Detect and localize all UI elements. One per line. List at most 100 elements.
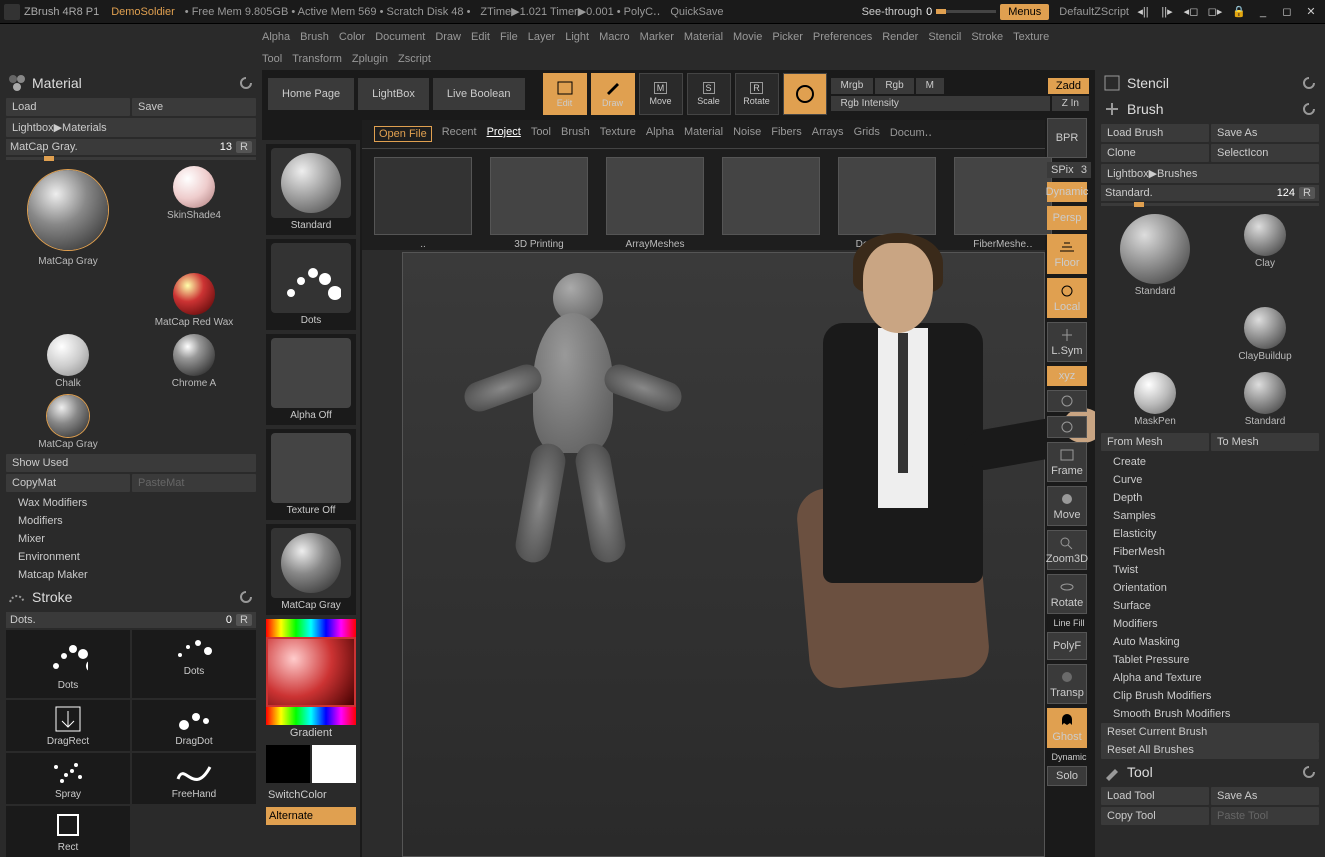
- hue-strip-bottom[interactable]: [266, 707, 356, 725]
- save-tool-button[interactable]: Save As: [1211, 787, 1319, 805]
- dock-left-icon[interactable]: ◂◻: [1183, 4, 1199, 20]
- close-icon[interactable]: ✕: [1303, 4, 1319, 20]
- grid-right-icon[interactable]: ||▸: [1159, 4, 1175, 20]
- see-through-slider[interactable]: See-through 0: [862, 6, 933, 18]
- alternate-button[interactable]: Alternate: [266, 807, 356, 825]
- refresh-icon[interactable]: [1301, 75, 1317, 91]
- brush-section[interactable]: Depth: [1101, 489, 1319, 507]
- select-icon-button[interactable]: SelectIcon: [1211, 144, 1319, 162]
- stencil-panel-header[interactable]: Stencil: [1101, 70, 1319, 96]
- brush-panel-header[interactable]: Brush: [1101, 96, 1319, 122]
- lightbox-materials-button[interactable]: Lightbox▶Materials: [6, 118, 256, 137]
- maximize-icon[interactable]: ◻: [1279, 4, 1295, 20]
- alpha-off-tile[interactable]: Alpha Off: [266, 334, 356, 425]
- menu-light[interactable]: Light: [565, 28, 589, 46]
- lightbox-tab[interactable]: Material: [684, 126, 723, 142]
- solo-button[interactable]: Solo: [1047, 766, 1087, 786]
- refresh-icon[interactable]: [238, 589, 254, 605]
- stroke-item[interactable]: DragDot: [132, 700, 256, 751]
- edit-mode-button[interactable]: Edit: [543, 73, 587, 115]
- lightbox-tab[interactable]: Fibers: [771, 126, 802, 142]
- scale-mode-button[interactable]: SScale: [687, 73, 731, 115]
- material-slider-track[interactable]: [6, 157, 256, 160]
- menu-zplugin[interactable]: Zplugin: [352, 50, 388, 68]
- brush-section[interactable]: Modifiers: [1101, 615, 1319, 633]
- lightbox-tab[interactable]: Arrays: [812, 126, 844, 142]
- save-brush-button[interactable]: Save As: [1211, 124, 1319, 142]
- clone-brush-button[interactable]: Clone: [1101, 144, 1209, 162]
- zadd-button[interactable]: Zadd: [1048, 78, 1089, 94]
- lightbox-button[interactable]: LightBox: [358, 78, 429, 110]
- live-boolean-button[interactable]: Live Boolean: [433, 78, 525, 110]
- brush-item[interactable]: .: [1101, 283, 1209, 366]
- move-mode-button[interactable]: MMove: [639, 73, 683, 115]
- lightbox-tab[interactable]: Alpha: [646, 126, 674, 142]
- brush-section[interactable]: Clip Brush Modifiers: [1101, 687, 1319, 705]
- stroke-panel-header[interactable]: Stroke: [6, 584, 256, 610]
- menu-stroke[interactable]: Stroke: [971, 28, 1003, 46]
- brush-section[interactable]: Create: [1101, 453, 1319, 471]
- move-view-button[interactable]: Move: [1047, 486, 1087, 526]
- viewport-3d[interactable]: [402, 252, 1045, 857]
- menu-tool[interactable]: Tool: [262, 50, 282, 68]
- current-material-slider[interactable]: MatCap Gray. 13 R: [6, 139, 256, 155]
- lightbox-tab[interactable]: Brush: [561, 126, 590, 142]
- copy-mat-button[interactable]: CopyMat: [6, 474, 130, 492]
- rotate-mode-button[interactable]: RRotate: [735, 73, 779, 115]
- load-material-button[interactable]: Load: [6, 98, 130, 116]
- material-item[interactable]: Chrome A: [132, 332, 256, 391]
- menu-render[interactable]: Render: [882, 28, 918, 46]
- brush-section[interactable]: Surface: [1101, 597, 1319, 615]
- material-section[interactable]: Modifiers: [6, 512, 256, 530]
- rgb-intensity-slider[interactable]: Rgb Intensity: [831, 96, 1050, 111]
- folder-item[interactable]: 3D Printing: [490, 157, 588, 250]
- refresh-icon[interactable]: [1301, 764, 1317, 780]
- menu-marker[interactable]: Marker: [640, 28, 674, 46]
- reset-button[interactable]: R: [236, 141, 252, 153]
- brush-section[interactable]: Twist: [1101, 561, 1319, 579]
- secondary-color[interactable]: [266, 745, 310, 783]
- material-item[interactable]: SkinShade4: [132, 164, 256, 269]
- menu-brush[interactable]: Brush: [300, 28, 329, 46]
- material-section[interactable]: Environment: [6, 548, 256, 566]
- menu-file[interactable]: File: [500, 28, 518, 46]
- brush-item[interactable]: Standard: [1211, 368, 1319, 431]
- reset-button[interactable]: R: [1299, 187, 1315, 199]
- reset-button[interactable]: R: [236, 614, 252, 626]
- menu-material[interactable]: Material: [684, 28, 723, 46]
- brush-section[interactable]: Alpha and Texture: [1101, 669, 1319, 687]
- lightbox-tab[interactable]: Grids: [854, 126, 880, 142]
- see-through-track[interactable]: [936, 10, 996, 13]
- lightbox-tab[interactable]: Recent: [442, 126, 477, 142]
- stroke-item[interactable]: Dots: [132, 630, 256, 698]
- reset-all-brushes-button[interactable]: Reset All Brushes: [1101, 741, 1319, 759]
- texture-off-tile[interactable]: Texture Off: [266, 429, 356, 520]
- switch-color-button[interactable]: SwitchColor: [266, 787, 356, 803]
- gizmo-button[interactable]: [783, 73, 827, 115]
- matcap-tile[interactable]: MatCap Gray: [266, 524, 356, 615]
- menu-preferences[interactable]: Preferences: [813, 28, 872, 46]
- m-button[interactable]: M: [916, 78, 944, 94]
- brush-slider[interactable]: Standard. 124 R: [1101, 185, 1319, 201]
- folder-item[interactable]: ArrayMeshes: [606, 157, 704, 250]
- menu-layer[interactable]: Layer: [528, 28, 556, 46]
- frame-button[interactable]: Frame: [1047, 442, 1087, 482]
- menu-color[interactable]: Color: [339, 28, 365, 46]
- dock-right-icon[interactable]: ◻▸: [1207, 4, 1223, 20]
- menu-texture[interactable]: Texture: [1013, 28, 1049, 46]
- menu-transform[interactable]: Transform: [292, 50, 342, 68]
- stroke-item[interactable]: Spray: [6, 753, 130, 804]
- floor-button[interactable]: Floor: [1047, 234, 1087, 274]
- brush-section[interactable]: Samples: [1101, 507, 1319, 525]
- zoom3d-button[interactable]: Zoom3D: [1047, 530, 1087, 570]
- material-item[interactable]: MatCap Gray: [6, 393, 130, 452]
- lightbox-tab-project[interactable]: Project: [487, 126, 521, 142]
- stroke-slider[interactable]: Dots. 0 R: [6, 612, 256, 628]
- brush-section[interactable]: Auto Masking: [1101, 633, 1319, 651]
- stroke-item[interactable]: FreeHand: [132, 753, 256, 804]
- copy-tool-button[interactable]: Copy Tool: [1101, 807, 1209, 825]
- hue-strip[interactable]: [266, 619, 356, 637]
- dynamic-button[interactable]: Dynamic: [1047, 182, 1087, 202]
- menu-movie[interactable]: Movie: [733, 28, 762, 46]
- brush-section[interactable]: FiberMesh: [1101, 543, 1319, 561]
